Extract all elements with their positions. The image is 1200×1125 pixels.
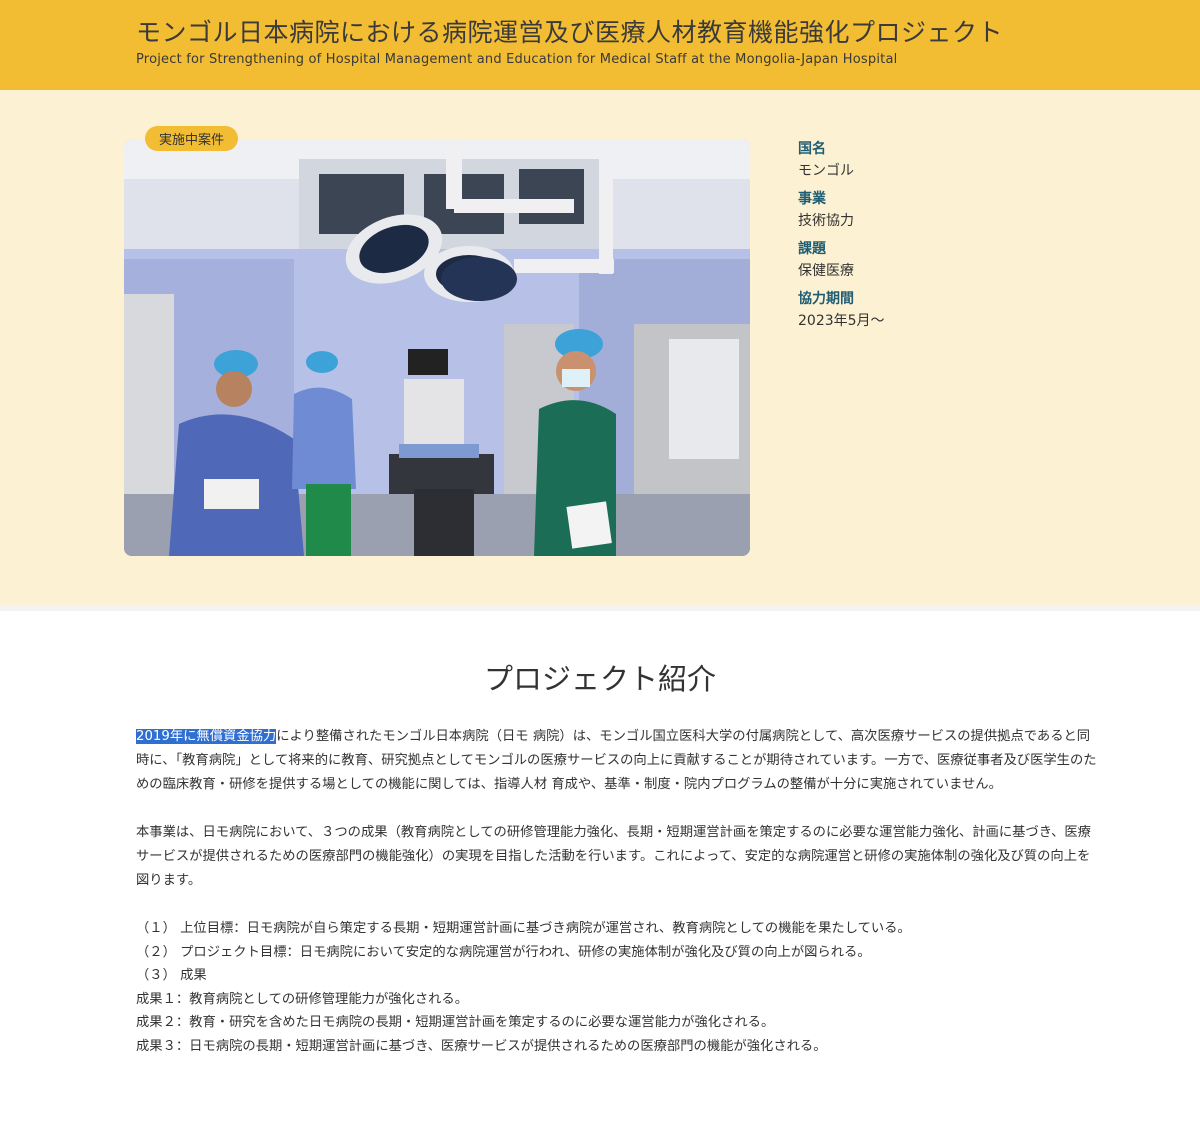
list-item: （１） 上位目標：日モ病院が自ら策定する長期・短期運営計画に基づき病院が運営され…	[136, 921, 911, 936]
page-title: モンゴル日本病院における病院運営及び医療人材教育機能強化プロジェクト	[136, 18, 1004, 47]
hero-section: 実施中案件 国名 モンゴル 事業 技術協力 課題 保健医療 協力期間 2023年…	[0, 90, 1200, 611]
list-item: 成果３：日モ病院の長期・短期運営計画に基づき、医療サービスが提供されるための医療…	[136, 1038, 827, 1054]
list-item: 成果１：教育病院としての研修管理能力が強化される。	[136, 991, 469, 1007]
intro-paragraph-1-text: により整備されたモンゴル日本病院（日モ 病院）は、モンゴル国立医科大学の付属病院…	[136, 729, 1097, 792]
project-info: 国名 モンゴル 事業 技術協力 課題 保健医療 協力期間 2023年5月～	[798, 139, 885, 331]
project-photo	[124, 139, 750, 556]
info-value-issue: 保健医療	[798, 263, 854, 279]
info-term-period: 協力期間	[798, 291, 854, 307]
page-header: モンゴル日本病院における病院運営及び医療人材教育機能強化プロジェクト Proje…	[0, 0, 1200, 90]
list-item: 成果２：教育・研究を含めた日モ病院の長期・短期運営計画を策定するのに必要な運営能…	[136, 1015, 775, 1030]
project-introduction: プロジェクト紹介 2019年に無償資金協力により整備されたモンゴル日本病院（日モ…	[0, 659, 1200, 1058]
goals-list: （１） 上位目標：日モ病院が自ら策定する長期・短期運営計画に基づき病院が運営され…	[136, 917, 1100, 1058]
selected-text[interactable]: 2019年に無償資金協力	[136, 729, 277, 744]
info-value-period: 2023年5月～	[798, 313, 885, 329]
info-value-scheme: 技術協力	[798, 213, 854, 229]
info-term-country: 国名	[798, 141, 826, 157]
page-subtitle: Project for Strengthening of Hospital Ma…	[136, 52, 898, 67]
list-item: （３） 成果	[136, 968, 207, 983]
list-item: （２） プロジェクト目標：日モ病院において安定的な病院運営が行われ、研修の実施体…	[136, 944, 871, 960]
status-badge: 実施中案件	[145, 126, 239, 151]
intro-paragraph-1: 2019年に無償資金協力により整備されたモンゴル日本病院（日モ 病院）は、モンゴ…	[136, 725, 1100, 797]
info-term-scheme: 事業	[798, 191, 826, 207]
info-term-issue: 課題	[798, 241, 826, 257]
section-heading: プロジェクト紹介	[483, 662, 716, 696]
intro-paragraph-2: 本事業は、日モ病院において、３つの成果（教育病院としての研修管理能力強化、長期・…	[136, 825, 1091, 888]
info-value-country: モンゴル	[798, 163, 854, 179]
